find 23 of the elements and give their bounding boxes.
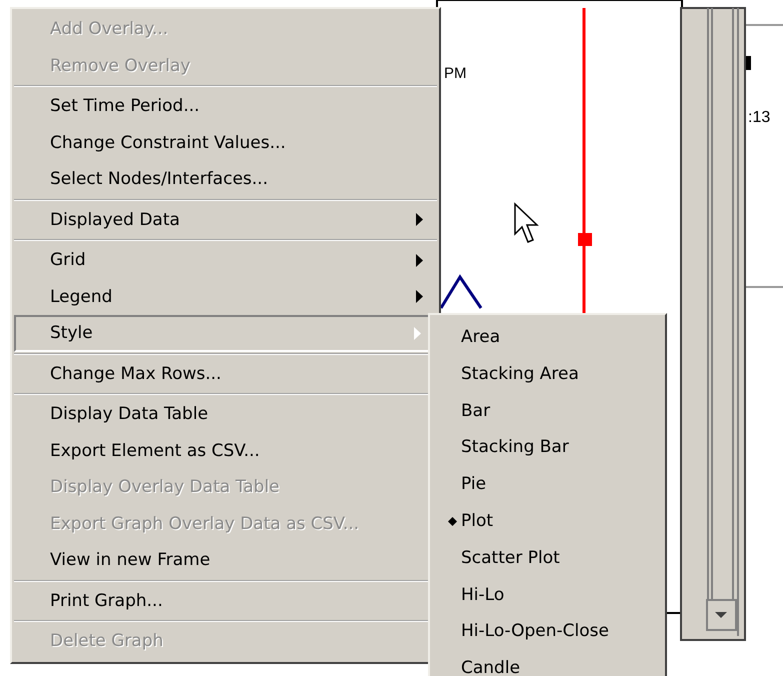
menu-item[interactable]: Set Time Period...: [14, 88, 437, 124]
submenu-item[interactable]: Displayed Data: [14, 202, 437, 238]
plot-line: [440, 274, 482, 309]
style-option[interactable]: Scatter Plot: [430, 540, 665, 577]
time-label: :13: [748, 109, 770, 127]
mouse-pointer-icon: [514, 202, 539, 243]
submenu-arrow-icon: [416, 254, 423, 267]
style-option[interactable]: Stacking Bar: [430, 429, 665, 466]
style-option[interactable]: Plot: [430, 502, 665, 540]
scroll-down-button[interactable]: [706, 599, 737, 631]
submenu-item[interactable]: Grid: [14, 242, 437, 278]
legend-swatch: [746, 56, 751, 70]
style-option[interactable]: Bar: [430, 392, 665, 430]
cursor-marker: [578, 233, 592, 246]
menu-item[interactable]: Change Constraint Values...: [14, 124, 437, 161]
style-option[interactable]: Pie: [430, 466, 665, 503]
submenu-arrow-icon: [416, 213, 423, 226]
submenu-arrow-icon: [414, 326, 421, 340]
submenu-arrow-icon: [416, 290, 423, 304]
menu-item[interactable]: Select Nodes/Interfaces...: [14, 161, 437, 198]
submenu-item[interactable]: Legend: [14, 278, 437, 315]
axis-time-label: PM: [444, 65, 466, 82]
style-option[interactable]: Candle: [430, 650, 665, 676]
